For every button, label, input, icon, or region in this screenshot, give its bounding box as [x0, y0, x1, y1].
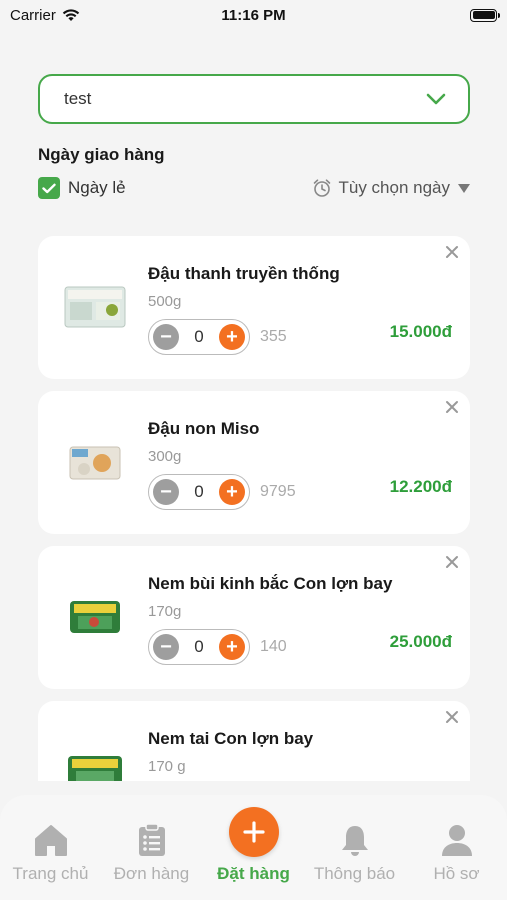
- product-price: 15.000đ: [389, 322, 452, 341]
- quantity-stepper: − 0 +: [148, 474, 250, 510]
- product-name: Nem bùi kinh bắc Con lợn bay: [148, 574, 393, 593]
- single-day-option[interactable]: Ngày lẻ: [38, 177, 126, 199]
- nav-label-notifications: Thông báo: [313, 864, 396, 883]
- alarm-clock-icon: [314, 179, 331, 197]
- plus-icon: [242, 821, 265, 843]
- nav-item-profile[interactable]: Hồ sơ: [406, 823, 507, 884]
- bell-icon: [341, 826, 368, 856]
- product-image: [69, 446, 121, 480]
- product-stock: 355: [260, 328, 287, 345]
- product-price: 25.000đ: [389, 632, 452, 651]
- nav-label-home: Trang chủ: [12, 864, 89, 883]
- product-weight: 500g: [148, 293, 182, 310]
- battery-icon: [470, 8, 500, 22]
- wifi-icon: [62, 8, 80, 21]
- decrease-button[interactable]: −: [153, 324, 179, 350]
- delivery-date-title: Ngày giao hàng: [38, 145, 165, 164]
- checkmark-icon: [42, 183, 56, 193]
- user-icon: [441, 825, 472, 856]
- product-weight: 170 g: [148, 758, 186, 775]
- clipboard-list-icon: [138, 823, 165, 856]
- nav-item-place-order[interactable]: Đặt hàng: [203, 807, 304, 884]
- single-day-checkbox[interactable]: [38, 177, 60, 199]
- decrease-button[interactable]: −: [153, 479, 179, 505]
- product-name: Đậu thanh truyền thống: [148, 264, 340, 283]
- product-image: [68, 756, 122, 781]
- product-stock: 9795: [260, 483, 296, 500]
- date-option-label: Tùy chọn ngày: [338, 178, 450, 197]
- nav-label-place-order: Đặt hàng: [217, 864, 290, 883]
- product-stock: 140: [260, 638, 287, 655]
- product-list[interactable]: Đậu thanh truyền thống 500g − 0 + 355 15…: [38, 236, 470, 781]
- status-bar: Carrier 11:16 PM: [0, 0, 507, 30]
- quantity-value[interactable]: 0: [194, 327, 203, 347]
- nav-item-orders[interactable]: Đơn hàng: [101, 823, 202, 884]
- chevron-down-icon: [426, 93, 446, 105]
- quantity-stepper: − 0 +: [148, 319, 250, 355]
- product-name: Đậu non Miso: [148, 419, 260, 438]
- bottom-nav: Trang chủ Đơn hàng Đặt hàng Thông báo Hồ…: [0, 795, 507, 900]
- decrease-button[interactable]: −: [153, 634, 179, 660]
- increase-button[interactable]: +: [219, 479, 245, 505]
- caret-down-icon: [458, 183, 470, 193]
- delivery-options: Ngày lẻ Tùy chọn ngày: [38, 175, 470, 201]
- product-card: Đậu thanh truyền thống 500g − 0 + 355 15…: [38, 236, 470, 379]
- increase-button[interactable]: +: [219, 634, 245, 660]
- product-card: Đậu non Miso 300g − 0 + 9795 12.200đ: [38, 391, 470, 534]
- product-card: Nem tai Con lợn bay 170 g: [38, 701, 470, 781]
- nav-item-home[interactable]: Trang chủ: [0, 823, 101, 884]
- quantity-value[interactable]: 0: [194, 637, 203, 657]
- close-icon[interactable]: [444, 244, 460, 260]
- carrier-label: Carrier: [10, 6, 56, 24]
- quantity-value[interactable]: 0: [194, 482, 203, 502]
- increase-button[interactable]: +: [219, 324, 245, 350]
- home-icon: [34, 825, 67, 856]
- product-weight: 300g: [148, 448, 182, 465]
- product-price: 12.200đ: [389, 477, 452, 496]
- place-order-button[interactable]: [228, 807, 279, 857]
- close-icon[interactable]: [444, 554, 460, 570]
- close-icon[interactable]: [444, 709, 460, 725]
- nav-item-notifications[interactable]: Thông báo: [304, 823, 405, 884]
- customer-select-value: test: [64, 89, 92, 108]
- status-left: Carrier: [10, 7, 80, 24]
- product-name: Nem tai Con lợn bay: [148, 729, 314, 748]
- product-image: [70, 601, 120, 633]
- product-weight: 170g: [148, 603, 182, 620]
- customer-select[interactable]: test: [38, 74, 470, 124]
- product-image: [64, 286, 126, 328]
- date-option-picker[interactable]: Tùy chọn ngày: [312, 178, 470, 198]
- nav-label-profile: Hồ sơ: [433, 864, 480, 883]
- product-card: Nem bùi kinh bắc Con lợn bay 170g − 0 + …: [38, 546, 470, 689]
- close-icon[interactable]: [444, 399, 460, 415]
- nav-label-orders: Đơn hàng: [113, 864, 190, 883]
- single-day-label: Ngày lẻ: [68, 178, 126, 197]
- quantity-stepper: − 0 +: [148, 629, 250, 665]
